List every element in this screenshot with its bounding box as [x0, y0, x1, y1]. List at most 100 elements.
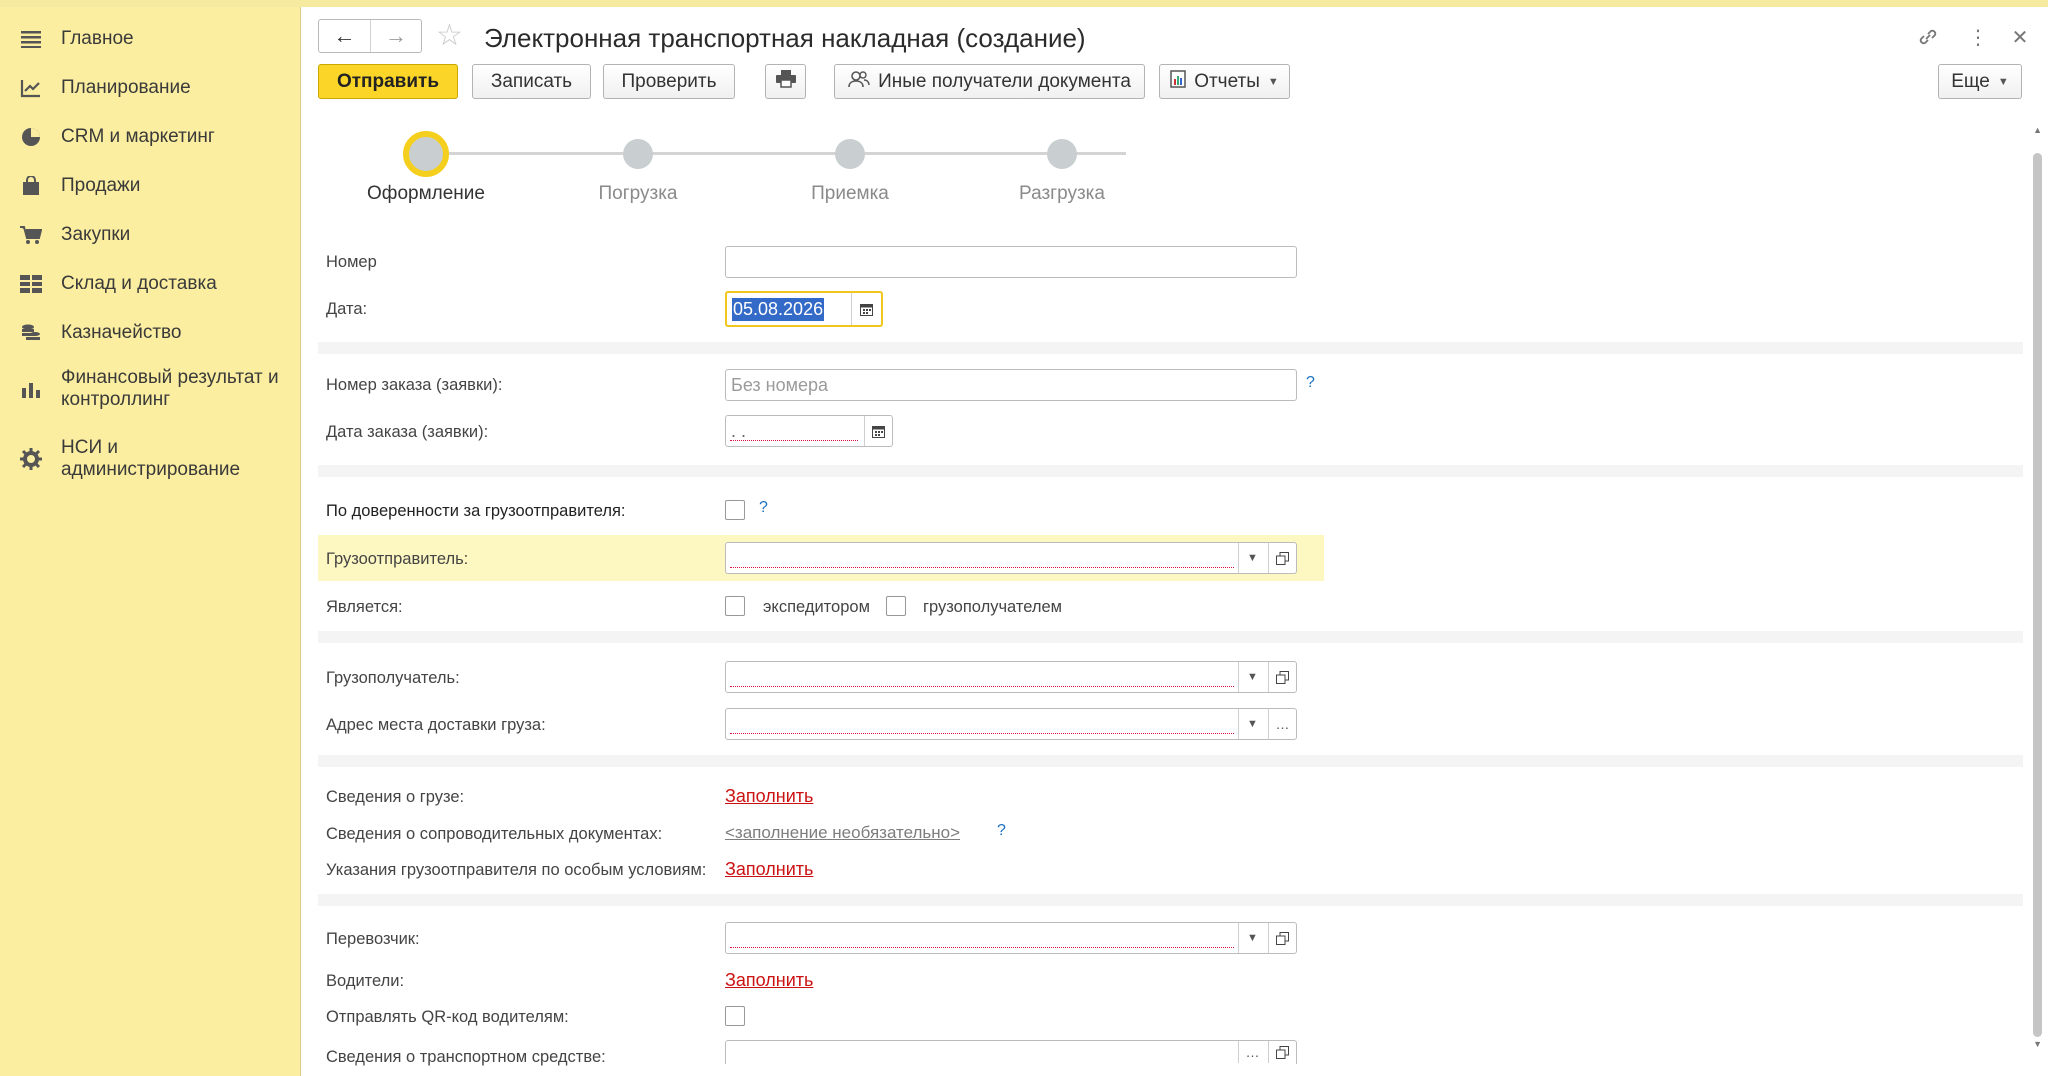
help-icon[interactable]: ? — [1306, 374, 1315, 392]
report-icon — [1170, 69, 1186, 94]
vertical-scrollbar[interactable] — [2033, 153, 2042, 1037]
chevron-down-icon[interactable]: ▼ — [1238, 543, 1266, 573]
warehouse-icon — [20, 273, 42, 295]
section-separator — [318, 465, 2023, 477]
reports-label: Отчеты — [1194, 70, 1260, 92]
accompanying-docs-link[interactable]: <заполнение необязательно> — [725, 823, 960, 843]
help-icon[interactable]: ? — [759, 499, 768, 517]
reports-button[interactable]: Отчеты ▼ — [1159, 64, 1290, 99]
scroll-up-icon[interactable]: ▲ — [2033, 125, 2042, 135]
arrow-right-icon: → — [384, 23, 407, 48]
drivers-fill-link[interactable]: Заполнить — [725, 970, 813, 991]
forwarder-checkbox[interactable] — [725, 596, 745, 616]
shopping-bag-icon — [20, 175, 42, 197]
sidebar-item-purchases[interactable]: Закупки — [0, 217, 301, 253]
step-label: Оформление — [367, 183, 485, 204]
sidebar-item-crm[interactable]: CRM и маркетинг — [0, 119, 301, 155]
section-separator — [318, 631, 2023, 643]
ellipsis-icon[interactable]: … — [1268, 709, 1296, 739]
more-vertical-icon[interactable]: ⋮ — [1966, 25, 1990, 49]
open-icon[interactable] — [1268, 543, 1296, 573]
scroll-down-icon[interactable]: ▼ — [2033, 1039, 2042, 1049]
sidebar-item-planning[interactable]: Планирование — [0, 70, 301, 106]
date-field[interactable]: 05.08.2026 — [725, 291, 883, 327]
send-button[interactable]: Отправить — [318, 64, 458, 99]
sidebar-item-label: Склад и доставка — [61, 273, 217, 294]
sidebar-item-label: CRM и маркетинг — [61, 126, 215, 147]
cargo-info-fill-link[interactable]: Заполнить — [725, 786, 813, 807]
check-button[interactable]: Проверить — [603, 64, 735, 99]
special-conditions-fill-link[interactable]: Заполнить — [725, 859, 813, 880]
step-dot-active — [403, 131, 449, 177]
order-number-field[interactable]: Без номера — [725, 369, 1297, 401]
step-dot — [835, 139, 865, 169]
sidebar-item-label: НСИ и администрирование — [61, 437, 241, 480]
favorite-star-icon[interactable]: ☆ — [436, 21, 463, 51]
field-underline — [730, 440, 858, 441]
sidebar-item-sales[interactable]: Продажи — [0, 168, 301, 204]
other-recipients-button[interactable]: Иные получатели документа — [834, 64, 1145, 99]
calendar-icon[interactable] — [851, 293, 881, 325]
delivery-address-field[interactable]: ▼ … — [725, 708, 1297, 740]
step-dot — [623, 139, 653, 169]
sidebar-item-financial-result[interactable]: Финансовый результат и контроллинг — [0, 364, 301, 414]
open-icon[interactable] — [1268, 662, 1296, 692]
top-stripe — [0, 0, 2048, 7]
field-underline — [730, 733, 1234, 734]
planning-icon — [20, 77, 42, 99]
order-date-value: . . — [731, 420, 747, 441]
calendar-icon[interactable] — [864, 416, 892, 446]
open-icon[interactable] — [1268, 1041, 1296, 1063]
shipper-label: Грузоотправитель: — [326, 550, 469, 568]
more-button[interactable]: Еще ▼ — [1938, 64, 2022, 99]
date-label: Дата: — [326, 300, 368, 318]
step-label: Погрузка — [598, 183, 678, 204]
toolbar: Отправить Записать Проверить Иные получа… — [318, 64, 2038, 100]
proxy-label: По доверенности за грузоотправителя: — [326, 502, 626, 520]
back-button[interactable]: ← — [319, 20, 370, 52]
chevron-down-icon[interactable]: ▼ — [1238, 923, 1266, 953]
vehicle-label: Сведения о транспортном средстве: — [326, 1048, 606, 1066]
sidebar-item-treasury[interactable]: Казначейство — [0, 315, 301, 351]
consignee-label: Грузополучатель: — [326, 669, 460, 687]
help-icon[interactable]: ? — [997, 822, 1006, 840]
carrier-field[interactable]: ▼ — [725, 922, 1297, 954]
sidebar-item-label: Планирование — [61, 77, 191, 98]
number-label: Номер — [326, 253, 377, 271]
print-button[interactable] — [765, 64, 806, 99]
number-field[interactable] — [725, 246, 1297, 278]
order-date-field[interactable]: . . — [725, 415, 893, 447]
open-icon[interactable] — [1268, 923, 1296, 953]
close-icon[interactable]: ✕ — [2008, 25, 2032, 49]
forwarder-label: экспедитором — [763, 598, 870, 616]
chevron-down-icon[interactable]: ▼ — [1238, 662, 1266, 692]
printer-icon — [775, 69, 796, 94]
is-label: Является: — [326, 598, 403, 616]
coins-icon — [20, 322, 42, 344]
consignee-field[interactable]: ▼ — [725, 661, 1297, 693]
link-icon[interactable] — [1916, 25, 1940, 49]
order-date-label: Дата заказа (заявки): — [326, 423, 489, 441]
sidebar-item-admin[interactable]: НСИ и администрирование — [0, 434, 301, 484]
step-dot — [1047, 139, 1077, 169]
bar-chart-icon — [20, 378, 42, 400]
stepper-line — [426, 152, 1126, 155]
send-qr-label: Отправлять QR-код водителям: — [326, 1008, 569, 1026]
ellipsis-icon[interactable]: … — [1238, 1041, 1266, 1063]
sidebar-item-label: Закупки — [61, 224, 131, 245]
consignee-self-checkbox[interactable] — [886, 596, 906, 616]
forward-button[interactable]: → — [369, 20, 421, 52]
main-content: ← → ☆ Электронная транспортная накладная… — [302, 7, 2048, 1076]
progress-stepper: Оформление Погрузка Приемка Разгрузка — [318, 125, 1126, 215]
save-button[interactable]: Записать — [472, 64, 591, 99]
sidebar-item-main[interactable]: Главное — [0, 21, 301, 57]
vehicle-field[interactable]: … — [725, 1040, 1297, 1064]
sidebar-item-warehouse[interactable]: Склад и доставка — [0, 266, 301, 302]
proxy-checkbox[interactable] — [725, 500, 745, 520]
shipper-field[interactable]: ▼ — [725, 542, 1297, 574]
chevron-down-icon[interactable]: ▼ — [1238, 709, 1266, 739]
step-label: Разгрузка — [1019, 183, 1105, 204]
section-separator — [318, 755, 2023, 767]
send-qr-checkbox[interactable] — [725, 1006, 745, 1026]
users-icon — [848, 70, 870, 94]
